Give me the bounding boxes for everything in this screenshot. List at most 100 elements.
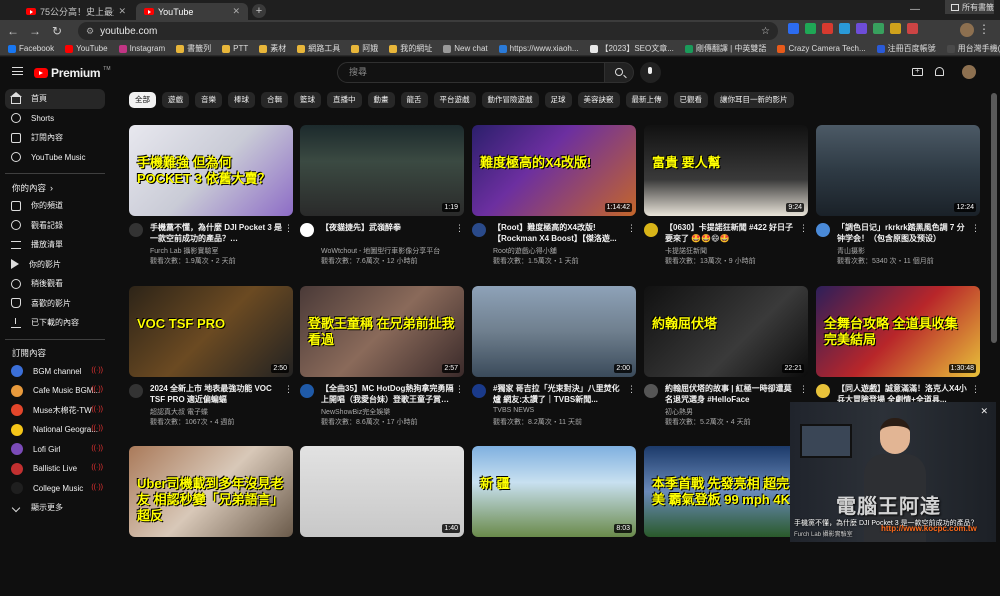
bookmark-star-icon[interactable]: ☆ <box>761 26 770 37</box>
subscription-item[interactable]: BGM channel ((·)) <box>5 362 105 382</box>
filter-chip[interactable]: 龍舌 <box>400 92 428 108</box>
video-card[interactable]: 登歌王童稱 在兄弟前扯我看過 2:57 【全曲35】MC HotDog熱狗拿完勇隔上… <box>300 286 464 436</box>
video-thumbnail[interactable]: 全舞台攻略 全道具收集 完美結局 1:30:48 <box>816 286 980 377</box>
channel-avatar[interactable] <box>300 223 314 237</box>
filter-chip[interactable]: 讓你耳目一新的影片 <box>714 92 794 108</box>
sidebar-item[interactable]: 首頁 <box>5 89 105 109</box>
subscription-item[interactable]: College Music ((·)) <box>5 479 105 499</box>
video-thumbnail[interactable]: 手機難強 但為何 POCKET 3 依舊大賣？ <box>129 125 293 216</box>
video-thumbnail[interactable]: 富貴 要人幫 9:24 <box>644 125 808 216</box>
extension-icon[interactable] <box>839 23 850 34</box>
sidebar-item[interactable]: 觀看記錄 <box>5 216 105 236</box>
bookmark-item[interactable]: 素材 <box>259 43 286 54</box>
video-thumbnail[interactable]: Uber司機載到多年沒見老友 相認秒變「兄弟語言」超反 <box>129 446 293 537</box>
video-title[interactable]: 【0630】卡提諾狂新聞 #422 好日子要來了 🤩🤩😄🤩 <box>665 222 799 244</box>
more-actions-icon[interactable]: ⋮ <box>455 223 464 234</box>
account-avatar[interactable] <box>962 65 976 79</box>
subscription-item[interactable]: Cafe Music BGM... ((·)) <box>5 381 105 401</box>
new-tab-button[interactable]: + <box>252 4 266 18</box>
miniplayer[interactable]: ✕ 手機黨不懂，為什麼 DJI Pocket 3 是一款空前成功的產品？ Fur… <box>790 402 996 542</box>
video-thumbnail[interactable]: 1:40 <box>300 446 464 537</box>
you-section-header[interactable]: 你的內容 › <box>0 180 115 196</box>
sidebar-item[interactable]: 稍後觀看 <box>5 274 105 294</box>
video-card[interactable]: Uber司機載到多年沒見老友 相認秒變「兄弟語言」超反 <box>129 446 293 596</box>
sidebar-item[interactable]: 你的影片 <box>5 255 105 275</box>
filter-chip[interactable]: 平台遊戲 <box>433 92 476 108</box>
filter-chip[interactable]: 美容訣竅 <box>577 92 620 108</box>
all-bookmarks-button[interactable]: 所有書籤 <box>945 0 994 14</box>
bookmark-item[interactable]: 書籤列 <box>176 43 211 54</box>
browser-tab-2[interactable]: YouTube ✕ <box>136 3 248 20</box>
bookmark-item[interactable]: 注冊百度帳號 <box>876 43 936 54</box>
video-card[interactable]: 2:00 #獨家 哥吉拉「光束對決」八里焚化爐 網友:太讚了｜TVBS新聞... T… <box>472 286 636 436</box>
chrome-profile-avatar[interactable] <box>960 23 974 37</box>
extension-icon[interactable] <box>856 23 867 34</box>
video-title[interactable]: 【夜貓捷先】武嶺醉拳 <box>321 222 455 233</box>
channel-avatar[interactable] <box>816 223 830 237</box>
show-more-button[interactable]: 顯示更多 <box>5 498 105 518</box>
bookmark-item[interactable]: https://www.xiaoh... <box>498 44 579 53</box>
filter-chip[interactable]: 音樂 <box>195 92 222 108</box>
filter-chip[interactable]: 直播中 <box>327 92 362 108</box>
more-actions-icon[interactable]: ⋮ <box>284 223 293 234</box>
bookmark-item[interactable]: 用台灣手機(含中國... <box>946 43 1000 54</box>
video-title[interactable]: 約翰屈伏塔的故事 | 紅極一時卻遭莫名退咒選身 #HelloFace <box>665 383 799 405</box>
video-thumbnail[interactable]: 2:00 <box>472 286 636 377</box>
more-actions-icon[interactable]: ⋮ <box>284 384 293 395</box>
video-thumbnail[interactable]: 12:24 <box>816 125 980 216</box>
video-title[interactable]: 【Root】難度極高的X4改版!【Rockman X4 Boost】【傑洛遊..… <box>493 222 627 244</box>
video-card[interactable]: 1:19 【夜貓捷先】武嶺醉拳 WoWtchout - 地圖型行車影像分享平台 觀看次… <box>300 125 464 275</box>
channel-name[interactable]: 青山摄影 <box>837 246 971 256</box>
subscription-item[interactable]: National Geogra... ((·)) <box>5 420 105 440</box>
bookmark-item[interactable]: Crazy Camera Tech... <box>777 44 866 53</box>
site-info-icon[interactable]: ⚙ <box>86 26 94 37</box>
video-thumbnail[interactable]: 1:19 <box>300 125 464 216</box>
video-thumbnail[interactable]: 約翰屈伏塔 22:21 <box>644 286 808 377</box>
filter-chip[interactable]: 籃球 <box>294 92 321 108</box>
close-tab-icon[interactable]: ✕ <box>232 6 240 17</box>
bookmark-item[interactable]: 剛傳翻譯 | 中英雙語 <box>684 43 766 54</box>
channel-name[interactable]: WoWtchout - 地圖型行車影像分享平台 <box>321 246 455 256</box>
channel-name[interactable]: 初心熱男 <box>665 407 799 417</box>
bookmark-item[interactable]: YouTube <box>65 44 108 53</box>
voice-search-button[interactable] <box>640 62 661 83</box>
video-card[interactable]: VOC TSF PRO 2:50 2024 全新上市 地表最強功能 VOC TSF … <box>129 286 293 436</box>
video-thumbnail[interactable]: 本季首戰 先發亮相 超完美 霸氣登板 99 mph 4K <box>644 446 808 537</box>
search-button[interactable] <box>604 62 634 83</box>
video-title[interactable]: #獨家 哥吉拉「光束對決」八里焚化爐 網友:太讚了｜TVBS新聞... <box>493 383 627 405</box>
video-card[interactable]: 1:40 <box>300 446 464 596</box>
channel-avatar[interactable] <box>129 384 143 398</box>
channel-name[interactable]: NewShowBiz完全娛樂 <box>321 407 455 417</box>
filter-chip[interactable]: 足球 <box>544 92 572 108</box>
sidebar-item[interactable]: 訂閱內容 <box>5 128 105 148</box>
more-actions-icon[interactable]: ⋮ <box>627 223 636 234</box>
filter-chip[interactable]: 合輯 <box>261 92 288 108</box>
bookmark-item[interactable]: 阿娥 <box>351 43 378 54</box>
sidebar-item[interactable]: 播放清單 <box>5 235 105 255</box>
browser-tab-1[interactable]: 75公分高！史上最大組裝可動模型 ✕ <box>18 3 134 20</box>
bookmark-item[interactable]: Instagram <box>118 44 165 53</box>
channel-name[interactable]: TVBS NEWS <box>493 407 627 414</box>
filter-chip[interactable]: 動作冒險遊戲 <box>481 92 539 108</box>
video-thumbnail[interactable]: VOC TSF PRO 2:50 <box>129 286 293 377</box>
sidebar-item[interactable]: 已下載的內容 <box>5 313 105 333</box>
sidebar-item[interactable]: YouTube Music <box>5 148 105 168</box>
forward-icon[interactable]: → <box>26 24 44 38</box>
subscription-item[interactable]: Muse木棉花-TW ((·)) <box>5 401 105 421</box>
bookmark-item[interactable]: 【2023】SEO文章... <box>589 43 674 54</box>
video-card[interactable]: 12:24 「調色日记」rkrkrk踏黑風色調 7 分钟学会！（包含原图及预设） 青… <box>816 125 980 275</box>
page-scrollbar[interactable] <box>991 93 997 343</box>
more-actions-icon[interactable]: ⋮ <box>971 384 980 395</box>
video-card[interactable]: 富貴 要人幫 9:24 【0630】卡提諾狂新聞 #422 好日子要來了 🤩🤩😄🤩 卡… <box>644 125 808 275</box>
video-title[interactable]: 【全曲35】MC HotDog熱狗拿完勇隔上開唱（我愛台妹）登歌王童子賞座... <box>321 383 455 405</box>
search-input[interactable]: 搜尋 <box>337 62 605 83</box>
video-title[interactable]: 2024 全新上市 地表最強功能 VOC TSF PRO 適近偏蝙蝠 <box>150 383 284 405</box>
minimize-icon[interactable]: — <box>898 0 932 20</box>
extension-icon[interactable] <box>873 23 884 34</box>
bookmark-item[interactable]: PTT <box>222 44 248 53</box>
reload-icon[interactable]: ↻ <box>48 24 66 38</box>
channel-name[interactable]: 超認真大叔 電子蝶 <box>150 407 284 417</box>
channel-avatar[interactable] <box>816 384 830 398</box>
menu-icon[interactable] <box>12 67 23 75</box>
youtube-premium-logo[interactable]: Premium TM <box>34 66 111 80</box>
